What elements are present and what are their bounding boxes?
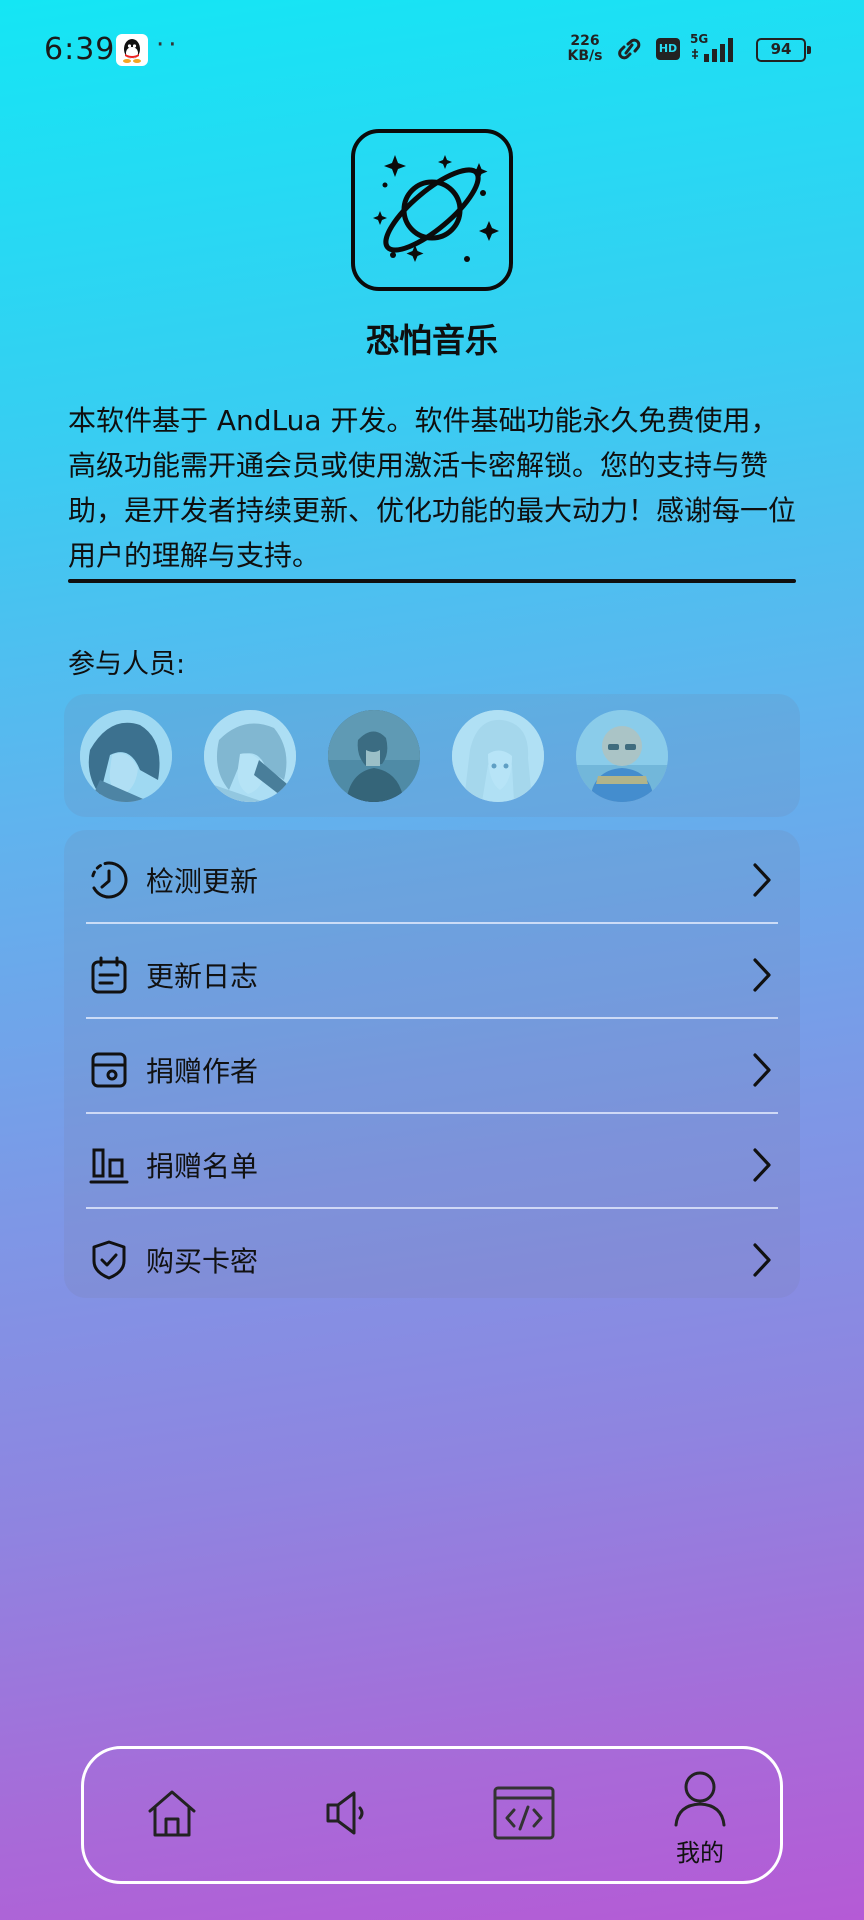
menu-label: 捐赠作者 (146, 1055, 259, 1088)
menu-separator (86, 1112, 778, 1114)
anime-boy-avatar[interactable] (80, 710, 172, 802)
net-speed-unit: KB/s (567, 48, 603, 64)
nav-profile[interactable]: 我的 (620, 1749, 780, 1881)
notification-dots: ·· (156, 30, 181, 60)
anime-girl-avatar[interactable] (452, 710, 544, 802)
calendar-icon (91, 956, 127, 994)
menu-item-check-update[interactable]: 检测更新 (86, 834, 778, 928)
dark-figure-avatar[interactable] (328, 710, 420, 802)
menu-label: 捐赠名单 (146, 1150, 259, 1183)
planet-icon (373, 155, 499, 262)
menu-label: 更新日志 (146, 960, 259, 993)
chevron-right-icon (753, 863, 771, 897)
nav-profile-label: 我的 (676, 1839, 724, 1867)
link-icon (618, 38, 641, 60)
nav-home[interactable] (92, 1749, 252, 1881)
anime-boy-sketch-avatar[interactable] (204, 710, 296, 802)
menu-card: 检测更新 更新日志 捐赠作者 捐赠名单 购买卡密 (64, 830, 800, 1298)
contributors-card (64, 694, 800, 817)
qq-icon (116, 34, 148, 66)
wallet-icon (91, 1052, 127, 1088)
chevron-right-icon (753, 1243, 771, 1277)
menu-item-donate-author[interactable]: 捐赠作者 (86, 1024, 778, 1118)
menu-separator (86, 1017, 778, 1019)
net-speed: 226 KB/s (565, 34, 605, 64)
app-logo (351, 129, 513, 291)
hd-badge: HD (656, 38, 680, 60)
home-icon (148, 1790, 196, 1837)
status-bar: 6:39 ·· 226 KB/s HD 5G 94 (0, 0, 864, 100)
chevron-right-icon (753, 958, 771, 992)
user-icon (674, 1771, 726, 1827)
bald-man-photo-avatar[interactable] (576, 710, 668, 802)
menu-item-changelog[interactable]: 更新日志 (86, 929, 778, 1023)
contributors-title: 参与人员: (68, 649, 186, 680)
bar-chart-icon (89, 1148, 129, 1184)
app-title: 恐怕音乐 (366, 321, 498, 360)
chevron-right-icon (753, 1053, 771, 1087)
menu-label: 购买卡密 (146, 1245, 259, 1278)
battery-indicator: 94 (756, 38, 811, 62)
shield-check-icon (92, 1240, 126, 1280)
menu-separator (86, 1207, 778, 1209)
menu-item-donor-list[interactable]: 捐赠名单 (86, 1119, 778, 1213)
nav-speaker[interactable] (268, 1749, 428, 1881)
speaker-icon (326, 1791, 364, 1835)
clock-icon (91, 861, 128, 899)
divider (68, 579, 796, 583)
menu-item-buy-card-key[interactable]: 购买卡密 (86, 1214, 778, 1308)
nav-code[interactable] (444, 1749, 604, 1881)
intro-text: 本软件基于 AndLua 开发。软件基础功能永久免费使用，高级功能需开通会员或使… (68, 404, 797, 572)
bottom-nav: 我的 (81, 1746, 783, 1884)
signal-strength: 5G (690, 32, 746, 64)
signal-bars-icon (692, 38, 733, 62)
menu-separator (86, 922, 778, 924)
net-speed-value: 226 (570, 33, 600, 49)
chevron-right-icon (753, 1148, 771, 1182)
status-time: 6:39 (44, 32, 116, 67)
menu-label: 检测更新 (146, 865, 259, 898)
code-icon (493, 1786, 555, 1840)
